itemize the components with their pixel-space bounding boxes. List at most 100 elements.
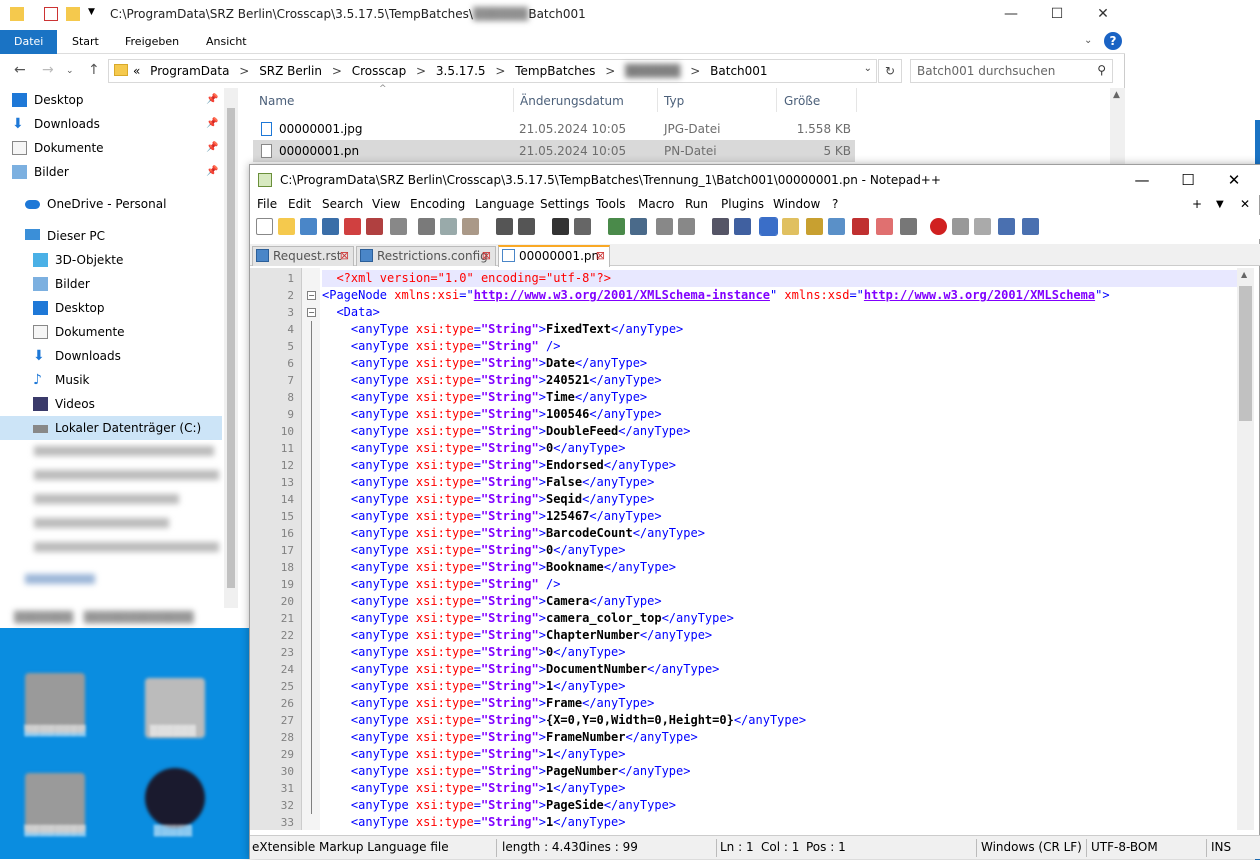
column-size[interactable]: Größe bbox=[784, 94, 820, 108]
recent-locations-icon[interactable]: ⌄ bbox=[66, 66, 74, 76]
code-line[interactable]: <anyType xsi:type="String">Camera</anyTy… bbox=[322, 593, 1237, 610]
indent-guide-icon[interactable] bbox=[759, 217, 778, 236]
close-button[interactable]: ✕ bbox=[1080, 0, 1126, 30]
close-all-icon[interactable] bbox=[366, 218, 383, 235]
record-macro-icon[interactable] bbox=[930, 218, 947, 235]
desktop-app-icon[interactable] bbox=[25, 673, 85, 733]
column-name[interactable]: Name bbox=[259, 94, 294, 108]
status-eol[interactable]: Windows (CR LF) bbox=[981, 840, 1082, 854]
print-icon[interactable] bbox=[390, 218, 407, 235]
code-line[interactable]: <anyType xsi:type="String">100546</anyTy… bbox=[322, 406, 1237, 423]
minimize-button[interactable]: — bbox=[988, 0, 1034, 30]
new-folder-icon[interactable] bbox=[66, 7, 80, 21]
new-tab-button[interactable]: + bbox=[1192, 197, 1202, 211]
paste-icon[interactable] bbox=[462, 218, 479, 235]
redacted-drive-item[interactable] bbox=[34, 518, 169, 528]
file-list-scrollbar[interactable]: ▲ bbox=[1110, 88, 1125, 168]
code-line[interactable]: <anyType xsi:type="String">Seqid</anyTyp… bbox=[322, 491, 1237, 508]
show-all-characters-icon[interactable] bbox=[734, 218, 751, 235]
minimize-button[interactable]: — bbox=[1119, 165, 1165, 195]
breadcrumb-item-current[interactable]: Batch001 bbox=[710, 64, 767, 78]
code-line[interactable]: <anyType xsi:type="String">ChapterNumber… bbox=[322, 627, 1237, 644]
breadcrumb-item[interactable]: TempBatches bbox=[515, 64, 595, 78]
tab-start[interactable]: Start bbox=[58, 30, 113, 54]
tab-ansicht[interactable]: Ansicht bbox=[192, 30, 261, 54]
column-date[interactable]: Änderungsdatum bbox=[520, 94, 624, 108]
code-line[interactable]: <anyType xsi:type="String">camera_color_… bbox=[322, 610, 1237, 627]
code-line[interactable]: <anyType xsi:type="String">DoubleFeed</a… bbox=[322, 423, 1237, 440]
sidebar-item-downloads-pinned[interactable]: ⬇ Downloads 📌 bbox=[12, 112, 218, 136]
sidebar-item-drive-c[interactable]: Lokaler Datenträger (C:) bbox=[33, 416, 201, 440]
tab-freigeben[interactable]: Freigeben bbox=[111, 30, 193, 54]
tab-datei[interactable]: Datei bbox=[0, 30, 58, 54]
menu-search[interactable]: Search bbox=[322, 197, 363, 211]
code-line[interactable]: <anyType xsi:type="String">1</anyType> bbox=[322, 746, 1237, 763]
code-line[interactable]: <anyType xsi:type="String">Bookname</any… bbox=[322, 559, 1237, 576]
sidebar-item-3d-objekte[interactable]: 3D-Objekte bbox=[33, 248, 123, 272]
save-icon[interactable] bbox=[300, 218, 317, 235]
breadcrumb-item[interactable]: ProgramData bbox=[150, 64, 229, 78]
breadcrumb-separator[interactable]: > bbox=[332, 64, 342, 78]
code-line[interactable]: <anyType xsi:type="String">FixedText</an… bbox=[322, 321, 1237, 338]
status-insert-mode[interactable]: INS bbox=[1211, 840, 1231, 854]
menu-window[interactable]: Window bbox=[773, 197, 820, 211]
chevron-down-icon[interactable]: ⌄ bbox=[864, 63, 872, 74]
menu-encoding[interactable]: Encoding bbox=[410, 197, 465, 211]
search-input[interactable]: Batch001 durchsuchen ⚲ bbox=[910, 59, 1113, 83]
menu-view[interactable]: View bbox=[372, 197, 400, 211]
tab-close-icon[interactable]: ⊠ bbox=[482, 247, 491, 265]
tab-close-icon[interactable]: ⊠ bbox=[596, 247, 605, 265]
forward-button[interactable]: → bbox=[42, 62, 54, 78]
code-line[interactable]: <anyType xsi:type="String">PageSide</any… bbox=[322, 797, 1237, 814]
code-line[interactable]: <Data> bbox=[322, 304, 1237, 321]
tab-request-rst[interactable]: Request.rst ⊠ bbox=[252, 246, 354, 266]
scroll-up-icon[interactable]: ▲ bbox=[1241, 270, 1247, 279]
code-line[interactable]: <anyType xsi:type="String" /> bbox=[322, 576, 1237, 593]
properties-icon[interactable] bbox=[44, 7, 58, 21]
maximize-button[interactable]: ☐ bbox=[1165, 165, 1211, 195]
undo-icon[interactable] bbox=[496, 218, 513, 235]
breadcrumb-item[interactable]: 3.5.17.5 bbox=[436, 64, 486, 78]
code-line[interactable]: <anyType xsi:type="String">{X=0,Y=0,Widt… bbox=[322, 712, 1237, 729]
replace-icon[interactable] bbox=[574, 218, 591, 235]
tab-restrictions-config[interactable]: Restrictions.config ⊠ bbox=[356, 246, 496, 266]
code-line[interactable]: <anyType xsi:type="String">Endorsed</any… bbox=[322, 457, 1237, 474]
sidebar-item-desktop-pinned[interactable]: Desktop 📌 bbox=[12, 88, 218, 112]
sidebar-item-bilder[interactable]: Bilder bbox=[33, 272, 90, 296]
sidebar-item-dokumente[interactable]: Dokumente bbox=[33, 320, 125, 344]
zoom-in-icon[interactable] bbox=[608, 218, 625, 235]
help-icon[interactable]: ? bbox=[1104, 32, 1122, 50]
menu-run[interactable]: Run bbox=[685, 197, 708, 211]
menu-macro[interactable]: Macro bbox=[638, 197, 674, 211]
close-button[interactable]: ✕ bbox=[1211, 165, 1257, 195]
breadcrumb-item[interactable]: Crosscap bbox=[352, 64, 406, 78]
folder-as-workspace-icon[interactable] bbox=[876, 218, 893, 235]
refresh-button[interactable]: ↻ bbox=[878, 59, 902, 83]
menu-language[interactable]: Language bbox=[475, 197, 534, 211]
code-line[interactable]: <anyType xsi:type="String">0</anyType> bbox=[322, 440, 1237, 457]
sidebar-item-dokumente-pinned[interactable]: Dokumente 📌 bbox=[12, 136, 218, 160]
menu-plugins[interactable]: Plugins bbox=[721, 197, 764, 211]
menu-help[interactable]: ? bbox=[832, 197, 838, 211]
scrollbar-thumb[interactable] bbox=[1239, 286, 1252, 421]
fold-toggle-icon[interactable]: − bbox=[307, 308, 316, 317]
breadcrumb-separator[interactable]: > bbox=[605, 64, 615, 78]
fold-toggle-icon[interactable]: − bbox=[307, 291, 316, 300]
code-line[interactable]: <anyType xsi:type="String">Time</anyType… bbox=[322, 389, 1237, 406]
redacted-drive-item[interactable] bbox=[34, 494, 179, 504]
open-file-icon[interactable] bbox=[278, 218, 295, 235]
redacted-drive-item[interactable] bbox=[34, 470, 219, 480]
redacted-network-item[interactable] bbox=[25, 574, 95, 584]
redacted-drive-item[interactable] bbox=[34, 446, 214, 456]
sync-horizontal-icon[interactable] bbox=[678, 218, 695, 235]
maximize-button[interactable]: ☐ bbox=[1034, 0, 1080, 30]
monitoring-icon[interactable] bbox=[900, 218, 917, 235]
code-line[interactable]: <anyType xsi:type="String">PageNumber</a… bbox=[322, 763, 1237, 780]
file-row[interactable]: 00000001.jpg 21.05.2024 10:05 JPG-Datei … bbox=[253, 118, 855, 140]
breadcrumb-overflow[interactable]: « bbox=[133, 64, 140, 78]
redacted-drive-item[interactable] bbox=[34, 542, 219, 552]
teamviewer-icon[interactable] bbox=[145, 768, 205, 828]
run-macro-multiple-icon[interactable] bbox=[998, 218, 1015, 235]
status-encoding[interactable]: UTF-8-BOM bbox=[1091, 840, 1158, 854]
breadcrumb-item[interactable]: SRZ Berlin bbox=[259, 64, 322, 78]
